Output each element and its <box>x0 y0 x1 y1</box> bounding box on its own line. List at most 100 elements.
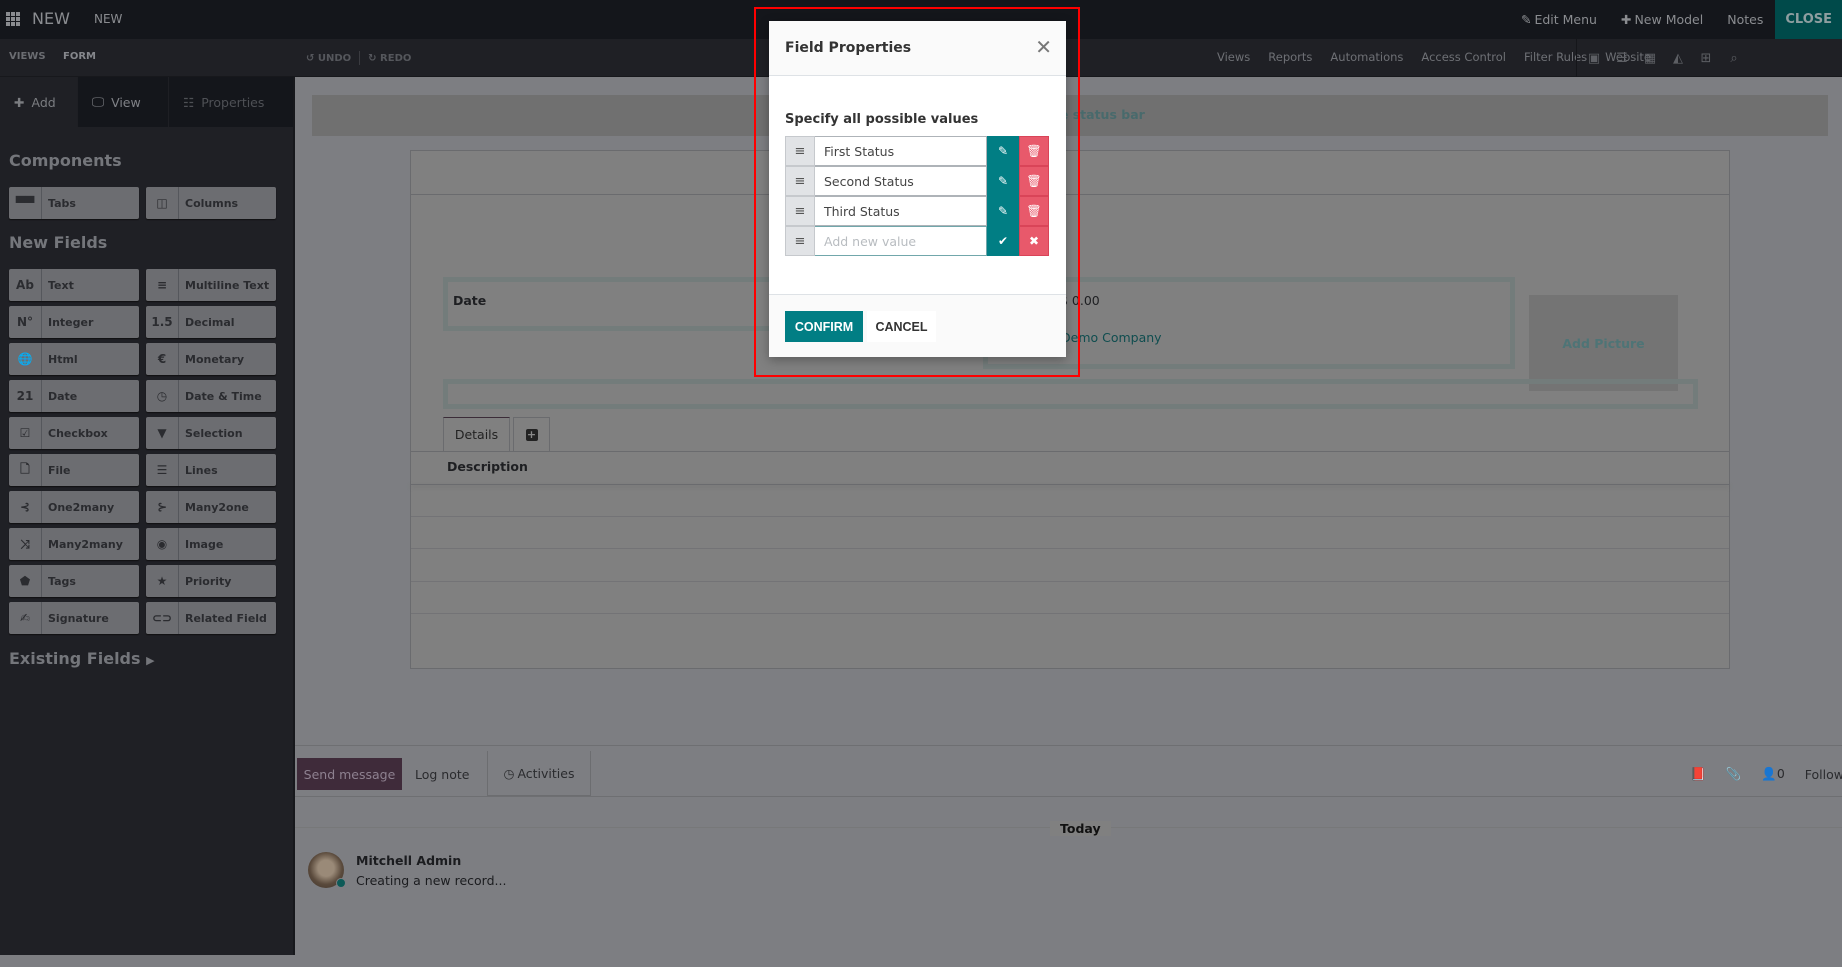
component-tabs[interactable]: ▀▀ Tabs <box>9 187 139 219</box>
value-text: Third Status <box>815 196 987 226</box>
new-field-date-time[interactable]: ◷ Date & Time <box>146 380 276 412</box>
new-field-related-field[interactable]: ⊂⊃ Related Field <box>146 602 276 634</box>
edit-value-button[interactable]: ✎ <box>987 166 1019 196</box>
undo-icon: ↺ <box>306 52 315 64</box>
redo-icon: ↻ <box>368 52 377 64</box>
field-properties-dialog: Field Properties ✕ Specify all possible … <box>769 21 1066 357</box>
company-link[interactable]: Demo Company <box>1061 330 1162 345</box>
drag-handle-icon[interactable]: ≡ <box>785 166 815 196</box>
new-field-image[interactable]: ◉ Image <box>146 528 276 560</box>
confirm-button[interactable]: CONFIRM <box>785 311 863 342</box>
new-field-signature[interactable]: ✍ Signature <box>9 602 139 634</box>
send-message-button[interactable]: Send message <box>297 758 402 790</box>
form-view-icon[interactable]: ▣ <box>1586 51 1602 66</box>
graph-view-icon[interactable]: ◭ <box>1670 51 1686 66</box>
studio-sidebar: ✚ Add 🖵 View ☷ Properties Components ▀▀ Tabs… <box>0 77 293 955</box>
new-field-file[interactable]: 🗋 File <box>9 454 139 486</box>
trash-icon: 🗑 <box>1026 174 1042 188</box>
new-field-selection[interactable]: ▼ Selection <box>146 417 276 449</box>
dialog-title: Field Properties <box>785 40 912 56</box>
notes-button[interactable]: Notes <box>1715 12 1775 27</box>
follow-button[interactable]: Follow <box>1805 767 1842 782</box>
calendar-view-icon[interactable]: ▦ <box>1642 51 1658 66</box>
paperclip-icon[interactable]: 📎 <box>1726 766 1742 782</box>
new-field-lines[interactable]: ☰ Lines <box>146 454 276 486</box>
edit-menu-button[interactable]: ✎ Edit Menu <box>1509 12 1609 27</box>
close-icon[interactable]: ✕ <box>1035 37 1052 57</box>
new-field-date[interactable]: 21 Date <box>9 380 139 412</box>
new-field-many2one[interactable]: ⊱ Many2one <box>146 491 276 523</box>
message-body: Creating a new record... <box>356 873 507 888</box>
new-field-integer[interactable]: N° Integer <box>9 306 139 338</box>
search-view-icon[interactable]: ⌕ <box>1726 51 1742 66</box>
pivot-view-icon[interactable]: ⊞ <box>1698 51 1714 66</box>
divider <box>295 796 1842 797</box>
drag-handle-icon[interactable]: ≡ <box>785 136 815 166</box>
date-label: Date <box>453 293 487 308</box>
plus-icon: ✚ <box>1620 12 1632 27</box>
redo-button[interactable]: ↻ REDO <box>368 53 411 64</box>
new-value-input[interactable] <box>815 226 987 256</box>
divider <box>411 451 1729 452</box>
new-field-monetary[interactable]: € Monetary <box>146 343 276 375</box>
date-separator: Today <box>1050 821 1111 836</box>
notebook-tab-details[interactable]: Details <box>443 417 510 451</box>
discard-value-button[interactable]: ✖ <box>1019 226 1049 256</box>
calendar-icon: 21 <box>9 380 42 412</box>
plus-square-icon: + <box>525 427 538 441</box>
new-field-multiline-text[interactable]: ≡ Multiline Text <box>146 269 276 301</box>
menu-automations[interactable]: Automations <box>1321 50 1412 64</box>
online-status-icon <box>336 878 346 888</box>
add-notebook-tab-button[interactable]: + <box>513 417 550 451</box>
menu-views[interactable]: Views <box>1208 50 1259 64</box>
cancel-button[interactable]: CANCEL <box>867 311 936 342</box>
new-field-text[interactable]: Ab Text <box>9 269 139 301</box>
field-dropzone-full[interactable] <box>443 379 1698 409</box>
new-fields-heading: New Fields <box>9 233 108 252</box>
add-picture-button[interactable]: Add Picture <box>1529 295 1678 391</box>
delete-value-button[interactable]: 🗑 <box>1019 196 1049 226</box>
breadcrumb: VIEWS FORM <box>9 51 96 62</box>
drag-handle-icon[interactable]: ≡ <box>785 226 815 256</box>
book-icon[interactable]: 📕 <box>1690 766 1706 782</box>
undo-button[interactable]: ↺ UNDO <box>306 53 351 64</box>
euro-icon: € <box>146 343 179 375</box>
drag-handle-icon[interactable]: ≡ <box>785 196 815 226</box>
log-note-button[interactable]: Log note <box>415 758 469 790</box>
close-studio-button[interactable]: CLOSE <box>1775 0 1842 39</box>
new-field-tags[interactable]: ⬟ Tags <box>9 565 139 597</box>
component-columns[interactable]: ◫ Columns <box>146 187 276 219</box>
avatar[interactable] <box>308 852 346 888</box>
confirm-value-button[interactable]: ✔ <box>987 226 1019 256</box>
tab-view[interactable]: 🖵 View <box>78 77 169 127</box>
new-field-html[interactable]: 🌐 Html <box>9 343 139 375</box>
menu-item-new[interactable]: NEW <box>94 12 122 26</box>
new-field-many2many[interactable]: ⤨ Many2many <box>9 528 139 560</box>
divider <box>411 516 1729 517</box>
existing-fields-toggle[interactable]: Existing Fields ▶ <box>9 649 155 668</box>
delete-value-button[interactable]: 🗑 <box>1019 166 1049 196</box>
new-field-checkbox[interactable]: ☑ Checkbox <box>9 417 139 449</box>
list-view-icon[interactable]: ☰ <box>1614 51 1630 66</box>
app-menu-icon[interactable] <box>6 12 20 26</box>
followers-button[interactable]: 👤0 <box>1761 766 1785 782</box>
tab-add[interactable]: ✚ Add <box>0 77 78 127</box>
new-field-decimal[interactable]: 1.5 Decimal <box>146 306 276 338</box>
new-field-one2many[interactable]: ⊰ One2many <box>9 491 139 523</box>
activities-button[interactable]: ◷ Activities <box>487 751 591 796</box>
statusbar-placeholder[interactable]: ne status bar <box>312 95 1828 136</box>
message-author[interactable]: Mitchell Admin <box>356 853 461 868</box>
edit-value-button[interactable]: ✎ <box>987 196 1019 226</box>
app-brand[interactable]: NEW <box>32 9 70 28</box>
signature-icon: ✍ <box>9 602 42 634</box>
menu-reports[interactable]: Reports <box>1259 50 1321 64</box>
tab-properties[interactable]: ☷ Properties <box>169 77 278 127</box>
plus-icon: ✚ <box>14 94 25 110</box>
edit-value-button[interactable]: ✎ <box>987 136 1019 166</box>
new-field-priority[interactable]: ★ Priority <box>146 565 276 597</box>
menu-access-control[interactable]: Access Control <box>1412 50 1515 64</box>
breadcrumb-views[interactable]: VIEWS <box>9 51 46 62</box>
new-model-button[interactable]: ✚ New Model <box>1609 12 1715 27</box>
checkbox-icon: ☑ <box>9 417 42 449</box>
delete-value-button[interactable]: 🗑 <box>1019 136 1049 166</box>
